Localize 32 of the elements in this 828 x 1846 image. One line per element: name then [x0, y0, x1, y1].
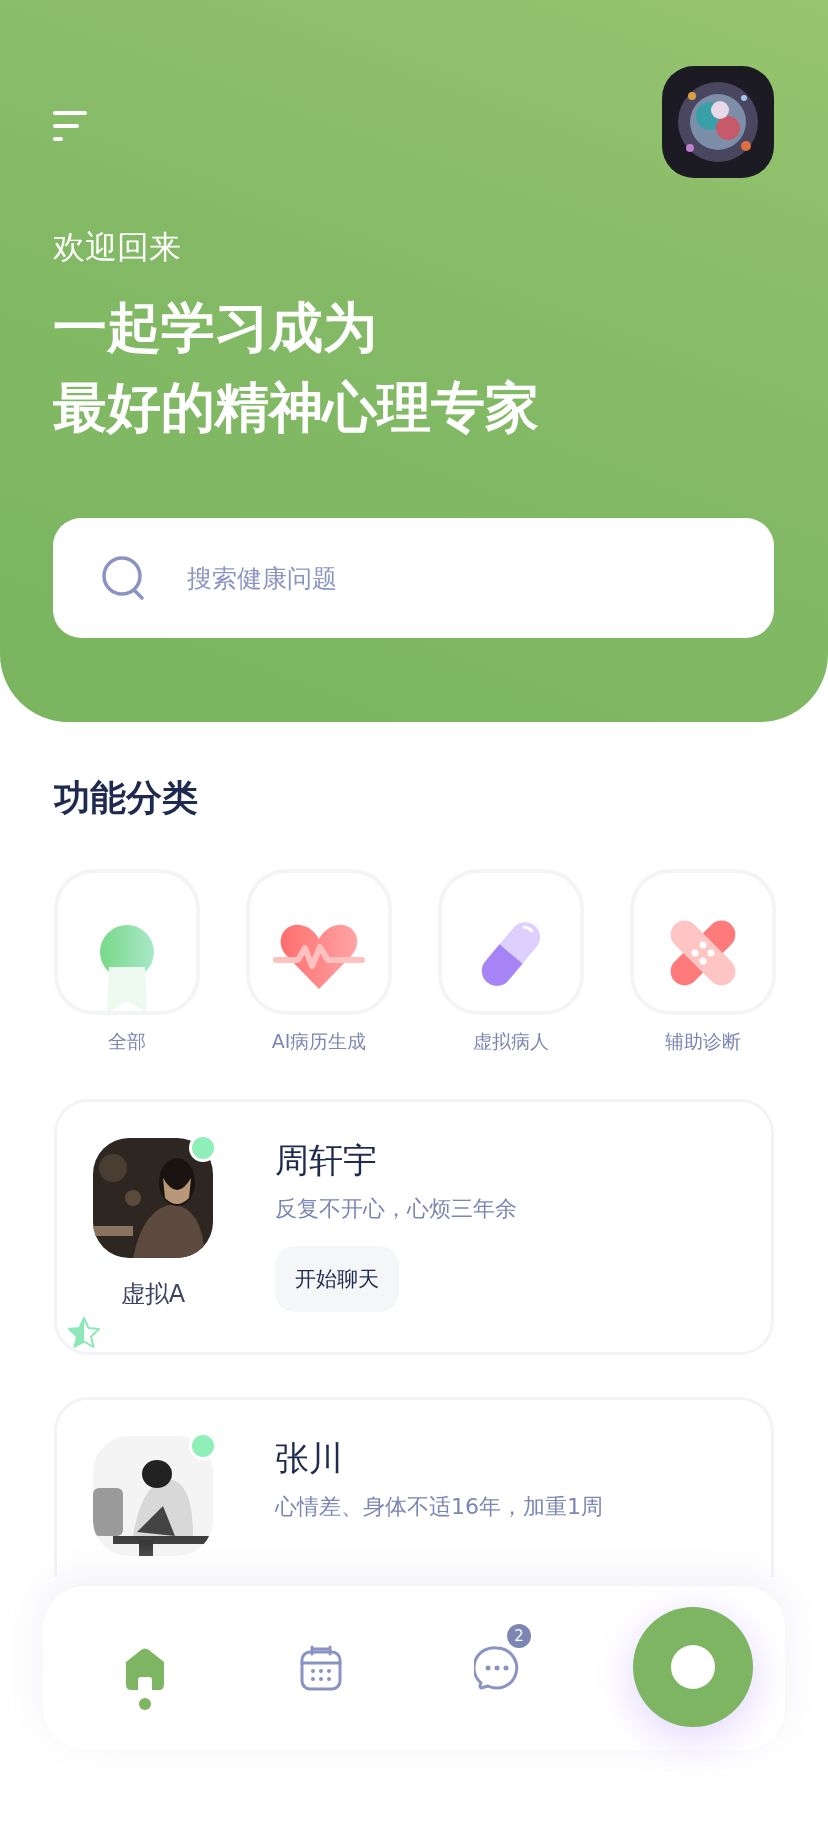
section-title: 功能分类: [54, 776, 199, 820]
category-button[interactable]: [438, 869, 584, 1015]
star-icon: [67, 1316, 101, 1350]
selected-dot: [139, 1698, 151, 1710]
category-label: 辅助诊断: [665, 1029, 741, 1054]
greeting-text: 欢迎回来: [53, 227, 182, 268]
unread-count: 2: [507, 1624, 531, 1648]
category-label: AI病历生成: [271, 1029, 367, 1054]
category-button[interactable]: [630, 869, 776, 1015]
menu-icon[interactable]: [53, 111, 87, 143]
category-label: 全部: [108, 1029, 146, 1054]
patient-complaint: 心情差、身体不适16年，加重1周: [275, 1493, 603, 1521]
category-button[interactable]: [246, 869, 392, 1015]
patient-card[interactable]: 虚拟A 周轩宇 反复不开心，心烦三年余 开始聊天: [54, 1099, 774, 1355]
category-button[interactable]: [54, 869, 200, 1015]
chat-icon: [474, 1645, 520, 1691]
patient-card[interactable]: 张川 心情差、身体不适16年，加重1周: [54, 1397, 774, 1577]
start-chat-button[interactable]: 开始聊天: [275, 1246, 399, 1312]
award-icon: [100, 925, 154, 1011]
category-label: 虚拟病人: [473, 1029, 549, 1054]
patient-complaint: 反复不开心，心烦三年余: [275, 1195, 517, 1223]
nav-tab[interactable]: 2: [447, 1618, 547, 1718]
patient-name: 周轩宇: [275, 1139, 377, 1182]
home-icon: [123, 1646, 167, 1690]
search-icon: [101, 555, 147, 601]
avatar-caption: 虚拟A: [120, 1279, 186, 1310]
search-input[interactable]: 搜索健康问题: [185, 562, 774, 594]
heart-pulse-icon: [272, 923, 366, 989]
search-field[interactable]: 搜索健康问题: [53, 518, 774, 638]
calendar-icon: [300, 1645, 342, 1691]
patient-name: 张川: [275, 1437, 343, 1480]
headline: 一起学习成为 最好的精神心理专家: [53, 295, 540, 441]
